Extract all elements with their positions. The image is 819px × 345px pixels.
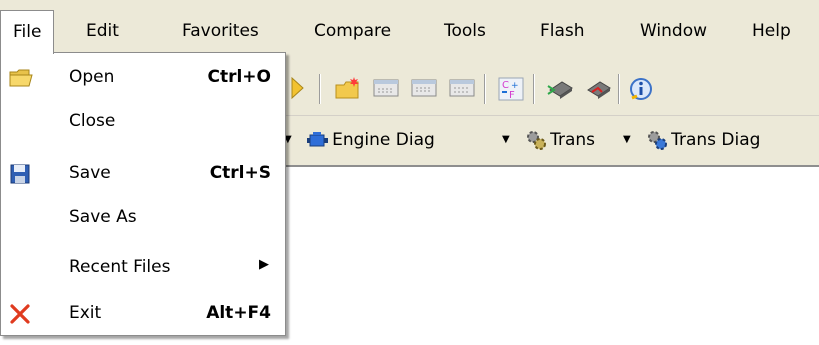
gears-icon (527, 131, 547, 150)
menu-item-label: Exit (69, 303, 102, 323)
read-chip-icon[interactable] (546, 76, 574, 102)
menu-favorites[interactable]: Favorites (170, 10, 271, 52)
engine-diag-label: Engine Diag (332, 130, 435, 150)
gears-diag-icon (648, 131, 668, 150)
menu-edit[interactable]: Edit (74, 10, 131, 52)
data-view-icon[interactable] (448, 76, 476, 102)
menu-help[interactable]: Help (740, 10, 803, 52)
svg-text:C: C (502, 80, 509, 91)
grid-view-icon[interactable] (372, 76, 400, 102)
menu-item-label: Recent Files (69, 257, 171, 277)
menu-item-label: Open (69, 67, 115, 87)
menu-item-label: Save As (69, 207, 137, 227)
write-chip-icon[interactable] (584, 76, 612, 102)
floppy-disk-icon (9, 163, 33, 187)
menu-item-open[interactable]: Open Ctrl+O (1, 59, 285, 99)
menu-item-shortcut: Alt+F4 (206, 303, 271, 323)
menu-item-save-as[interactable]: Save As (1, 199, 285, 239)
menu-item-save[interactable]: Save Ctrl+S (1, 155, 285, 195)
menu-item-label: Save (69, 163, 111, 183)
toolbar-separator (319, 74, 321, 104)
menu-item-exit[interactable]: Exit Alt+F4 (1, 295, 285, 335)
red-x-icon (9, 303, 33, 327)
toolbar-separator (533, 74, 535, 104)
menu-item-recent-files[interactable]: Recent Files ▶ (1, 249, 285, 289)
engine-icon (307, 132, 329, 147)
convert-cf-icon[interactable]: C + F (497, 76, 525, 102)
dropdown-arrow-icon[interactable]: ▼ (502, 134, 510, 145)
favorite-star-icon[interactable] (289, 76, 317, 102)
trans-button[interactable]: ▼ Trans (502, 124, 595, 156)
engine-diag-button[interactable]: ▼ Engine Diag (284, 124, 435, 156)
svg-text:F: F (509, 90, 515, 101)
menu-tools[interactable]: Tools (432, 10, 498, 52)
info-icon[interactable] (628, 76, 656, 102)
table-view-icon[interactable] (410, 76, 438, 102)
trans-diag-label: Trans Diag (671, 130, 761, 150)
menu-window[interactable]: Window (628, 10, 719, 52)
menu-item-shortcut: Ctrl+O (207, 67, 271, 87)
menu-flash[interactable]: Flash (528, 10, 597, 52)
folder-open-icon (9, 67, 33, 91)
dropdown-arrow-icon[interactable]: ▼ (623, 134, 631, 145)
menu-item-label: Close (69, 111, 116, 131)
menu-compare[interactable]: Compare (302, 10, 403, 52)
trans-label: Trans (550, 130, 596, 150)
trans-diag-button[interactable]: ▼ Trans Diag (623, 124, 760, 156)
submenu-arrow-icon: ▶ (259, 257, 269, 272)
new-folder-icon[interactable] (334, 76, 362, 102)
toolbar-separator (618, 74, 620, 104)
file-menu: Open Ctrl+O Close Save Ctrl+S Save As Re… (0, 52, 286, 336)
menu-item-close[interactable]: Close (1, 103, 285, 143)
menu-item-shortcut: Ctrl+S (209, 163, 271, 183)
toolbar-separator (484, 74, 486, 104)
menu-file[interactable]: File (0, 10, 55, 54)
